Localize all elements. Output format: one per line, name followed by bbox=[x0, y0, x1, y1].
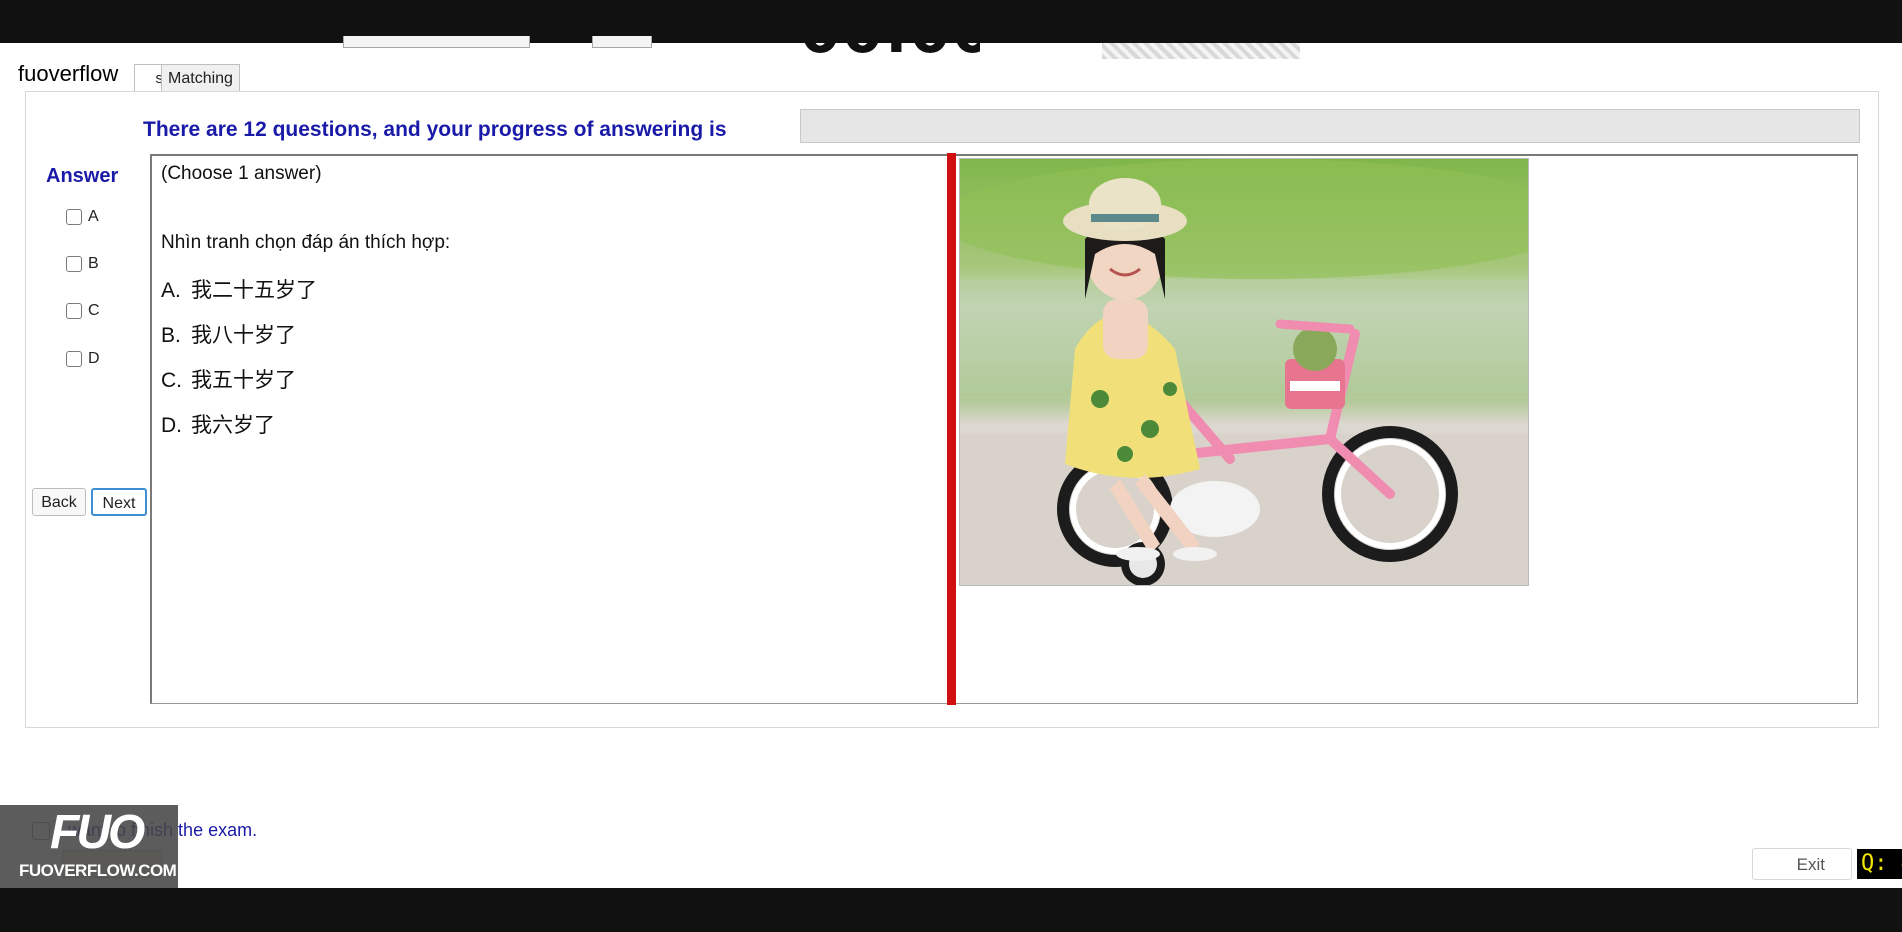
timer-partial: 00:00 bbox=[800, 10, 980, 55]
progress-bar bbox=[800, 109, 1860, 143]
next-button[interactable]: Next bbox=[91, 488, 147, 516]
choice-letter: B. bbox=[161, 324, 181, 347]
progress-label: There are 12 questions, and your progres… bbox=[143, 118, 727, 141]
choice-text: 我二十五岁了 bbox=[191, 278, 317, 302]
watermark-logo: FUO bbox=[50, 806, 145, 859]
answer-option-a[interactable]: A bbox=[66, 208, 99, 226]
brand-label: fuoverflow bbox=[18, 61, 125, 87]
question-choice-c: C. 我五十岁了 bbox=[161, 364, 296, 394]
checkbox-a[interactable] bbox=[66, 209, 82, 225]
question-instruction: (Choose 1 answer) bbox=[161, 163, 322, 184]
exit-button[interactable]: Exit bbox=[1752, 848, 1852, 880]
answer-option-d[interactable]: D bbox=[66, 350, 100, 368]
checkbox-c[interactable] bbox=[66, 303, 82, 319]
choice-text: 我六岁了 bbox=[191, 413, 275, 437]
answer-option-b[interactable]: B bbox=[66, 255, 99, 273]
choice-text: 我八十岁了 bbox=[191, 323, 296, 347]
site-watermark: FUO FUOVERFLOW.COM bbox=[0, 805, 178, 888]
header-field-partial[interactable] bbox=[592, 36, 652, 48]
question-choice-d: D. 我六岁了 bbox=[161, 409, 275, 439]
option-label: C bbox=[88, 302, 100, 319]
question-photo bbox=[959, 158, 1529, 586]
answer-option-c[interactable]: C bbox=[66, 302, 100, 320]
choice-text: 我五十岁了 bbox=[191, 368, 296, 392]
header-combo-partial[interactable] bbox=[343, 36, 530, 48]
choice-letter: A. bbox=[161, 279, 181, 302]
option-label: D bbox=[88, 350, 100, 367]
question-prompt: Nhìn tranh chọn đáp án thích hợp: bbox=[161, 232, 451, 253]
option-label: A bbox=[88, 208, 99, 225]
tab-multiple-choices[interactable]: s bbox=[134, 64, 164, 92]
answer-heading: Answer bbox=[46, 165, 119, 187]
pane-splitter[interactable] bbox=[947, 153, 956, 705]
question-counter: Q: 4 bbox=[1857, 849, 1902, 879]
question-choice-b: B. 我八十岁了 bbox=[161, 319, 296, 349]
question-choice-a: A. 我二十五岁了 bbox=[161, 274, 317, 304]
bottom-black-bar bbox=[0, 888, 1902, 932]
tab-matching[interactable]: Matching bbox=[161, 64, 240, 92]
back-button[interactable]: Back bbox=[32, 488, 86, 516]
header-pattern-partial bbox=[1102, 43, 1300, 59]
watermark-site: FUOVERFLOW.COM bbox=[19, 861, 177, 880]
option-label: B bbox=[88, 255, 99, 272]
choice-letter: D. bbox=[161, 414, 182, 437]
checkbox-b[interactable] bbox=[66, 256, 82, 272]
checkbox-d[interactable] bbox=[66, 351, 82, 367]
choice-letter: C. bbox=[161, 369, 182, 392]
